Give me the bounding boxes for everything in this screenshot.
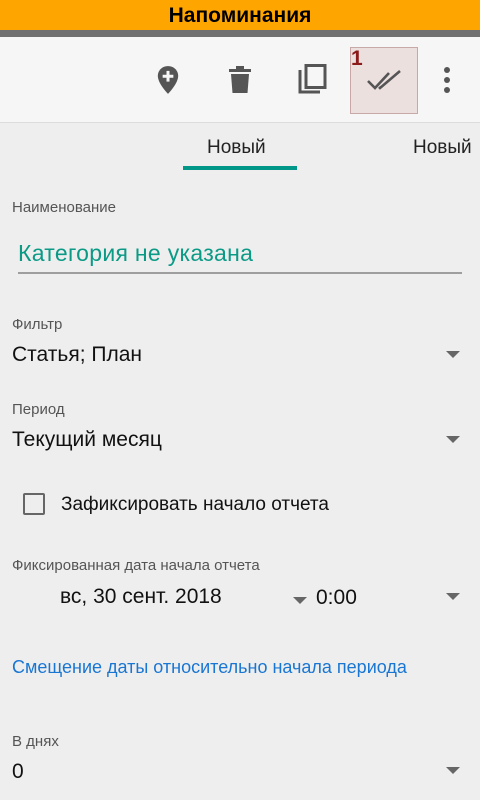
fix-start-checkbox[interactable] <box>23 493 45 515</box>
add-location-icon[interactable] <box>148 37 188 122</box>
active-tab-indicator <box>183 166 297 170</box>
selection-count-badge: 1 <box>351 47 363 70</box>
title-divider <box>0 30 480 37</box>
days-label: В днях <box>12 733 59 750</box>
name-input[interactable]: Категория не указана <box>18 240 253 267</box>
period-label: Период <box>12 401 65 418</box>
tab-new-active[interactable]: Новый <box>207 123 266 171</box>
toolbar: 1 <box>0 37 480 122</box>
filter-select[interactable]: Статья; План <box>12 343 142 367</box>
period-select[interactable]: Текущий месяц <box>12 428 162 452</box>
tab-new-next[interactable]: Новый <box>413 123 472 171</box>
done-all-icon[interactable] <box>364 37 406 122</box>
name-label: Наименование <box>12 199 116 216</box>
fixed-date-label: Фиксированная дата начала отчета <box>12 557 260 574</box>
filter-dropdown-icon[interactable] <box>446 351 460 358</box>
app-title-bar: Напоминания <box>0 0 480 30</box>
delete-icon[interactable] <box>220 37 260 122</box>
period-dropdown-icon[interactable] <box>446 436 460 443</box>
days-dropdown-icon[interactable] <box>446 767 460 774</box>
time-dropdown-icon[interactable] <box>446 593 460 600</box>
fix-start-label[interactable]: Зафиксировать начало отчета <box>61 494 329 516</box>
filter-label: Фильтр <box>12 316 63 333</box>
fixed-date-picker[interactable]: вс, 30 сент. 2018 <box>60 585 222 609</box>
copy-icon[interactable] <box>292 37 332 122</box>
app-title: Напоминания <box>168 4 312 27</box>
date-dropdown-icon[interactable] <box>293 597 307 604</box>
tab-bar: Новый Новый <box>0 122 480 172</box>
date-offset-link[interactable]: Смещение даты относительно начала период… <box>12 655 452 679</box>
fixed-time-picker[interactable]: 0:00 <box>316 586 357 610</box>
name-input-underline <box>18 272 462 274</box>
more-vert-icon[interactable] <box>434 37 460 122</box>
days-select[interactable]: 0 <box>12 760 24 784</box>
